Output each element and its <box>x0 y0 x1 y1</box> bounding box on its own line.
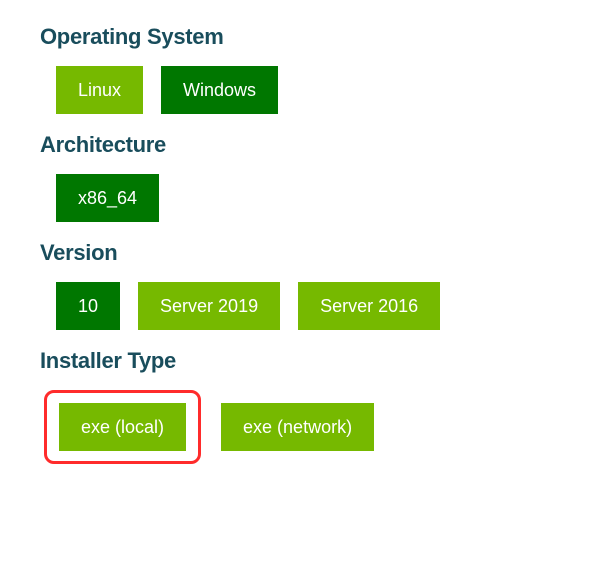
highlight-annotation: exe (local) <box>44 390 201 464</box>
version-option-10[interactable]: 10 <box>56 282 120 330</box>
section-title-arch: Architecture <box>40 132 569 158</box>
section-title-os: Operating System <box>40 24 569 50</box>
section-title-installer: Installer Type <box>40 348 569 374</box>
section-title-version: Version <box>40 240 569 266</box>
os-option-linux[interactable]: Linux <box>56 66 143 114</box>
section-installer-type: Installer Type exe (local) exe (network) <box>40 348 569 464</box>
button-row-os: Linux Windows <box>40 66 569 114</box>
section-version: Version 10 Server 2019 Server 2016 <box>40 240 569 330</box>
os-option-windows[interactable]: Windows <box>161 66 278 114</box>
installer-option-exe-local[interactable]: exe (local) <box>59 403 186 451</box>
installer-option-exe-network[interactable]: exe (network) <box>221 403 374 451</box>
section-architecture: Architecture x86_64 <box>40 132 569 222</box>
version-option-server-2016[interactable]: Server 2016 <box>298 282 440 330</box>
arch-option-x86-64[interactable]: x86_64 <box>56 174 159 222</box>
version-option-server-2019[interactable]: Server 2019 <box>138 282 280 330</box>
button-row-arch: x86_64 <box>40 174 569 222</box>
button-row-installer: exe (local) exe (network) <box>40 390 569 464</box>
section-operating-system: Operating System Linux Windows <box>40 24 569 114</box>
button-row-version: 10 Server 2019 Server 2016 <box>40 282 569 330</box>
